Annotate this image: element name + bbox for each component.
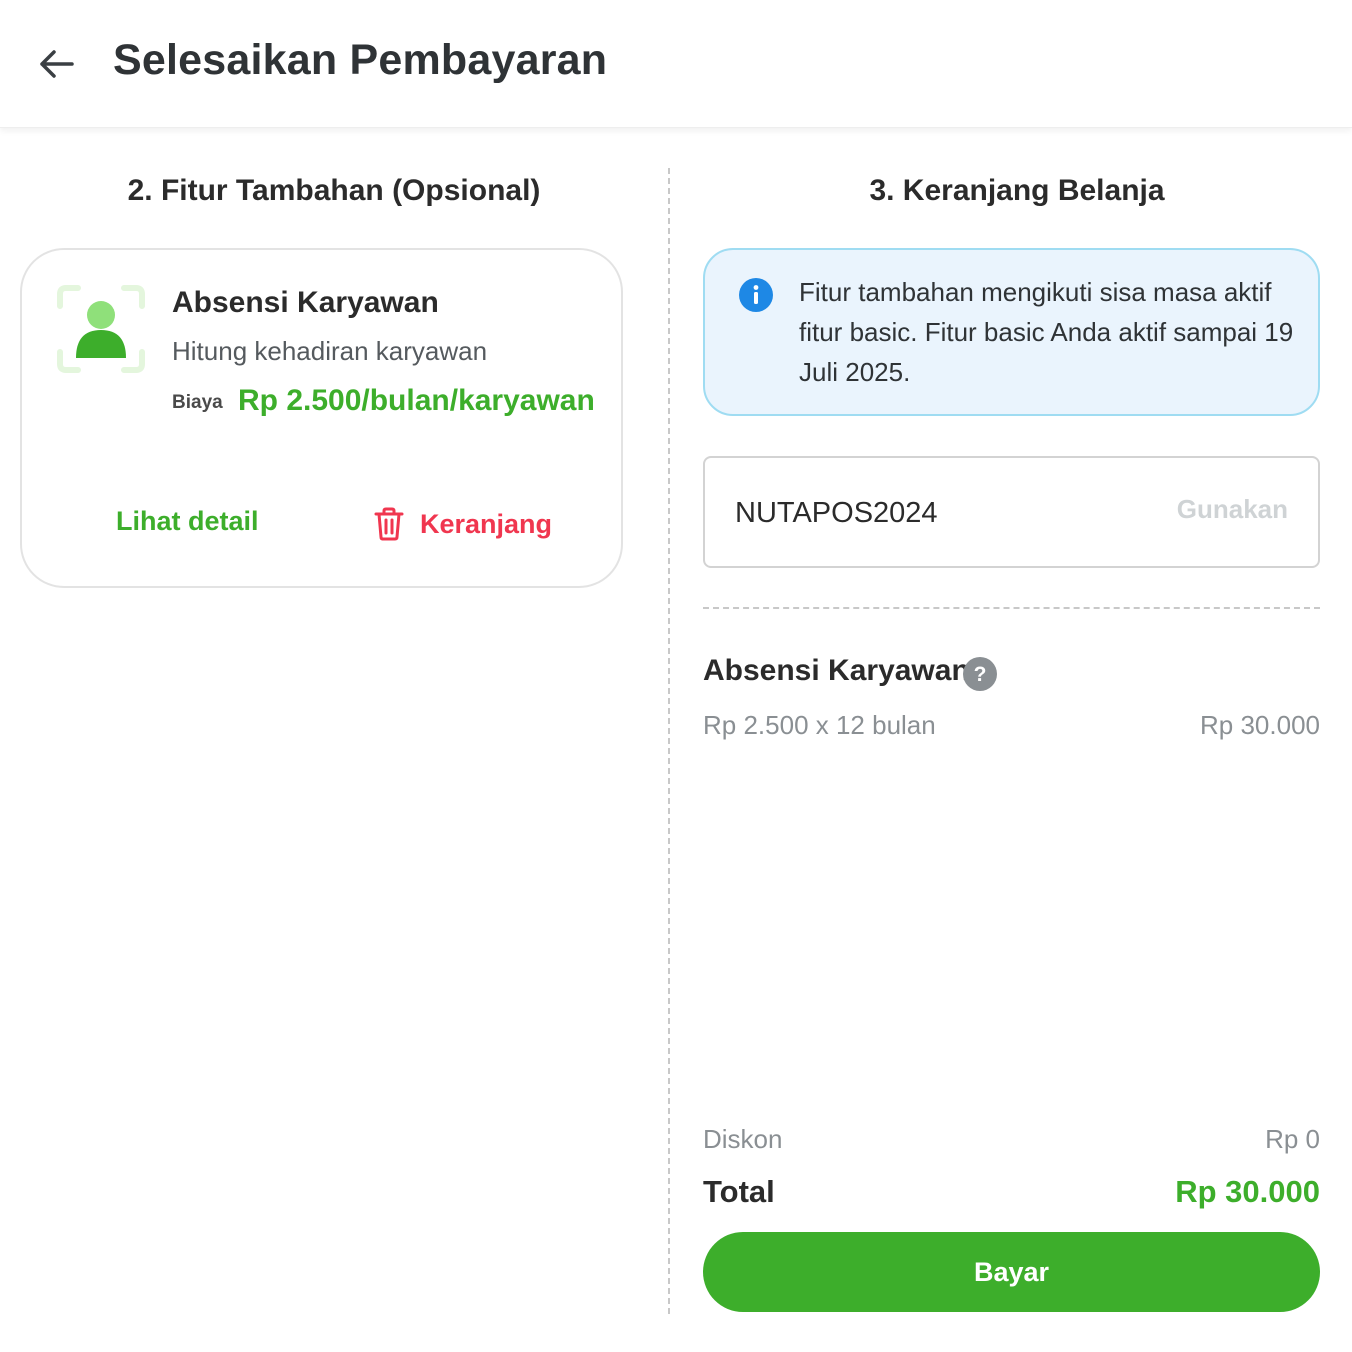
- arrow-left-icon: [40, 50, 74, 78]
- promo-code-input[interactable]: [735, 488, 1155, 538]
- total-value: Rp 30.000: [1175, 1174, 1320, 1209]
- price-label: Biaya: [172, 392, 223, 413]
- page-title: Selesaikan Pembayaran: [113, 36, 608, 84]
- price-value: Rp 2.500/bulan/karyawan: [238, 384, 595, 417]
- back-button[interactable]: [30, 38, 82, 90]
- section-title-additional-features: 2. Fitur Tambahan (Opsional): [127, 174, 541, 207]
- trash-icon: [374, 507, 404, 541]
- feature-card: Absensi Karyawan Hitung kehadiran karyaw…: [20, 248, 623, 588]
- payment-page: Selesaikan Pembayaran 2. Fitur Tambahan …: [0, 0, 1352, 1352]
- cart-item-calculation: Rp 2.500 x 12 bulan: [703, 710, 936, 740]
- column-divider: [668, 168, 670, 1314]
- question-mark-icon[interactable]: ?: [963, 657, 997, 691]
- section-title-shopping-cart: 3. Keranjang Belanja: [869, 174, 1165, 207]
- total-label: Total: [703, 1174, 775, 1209]
- employee-attendance-icon: [57, 285, 145, 373]
- discount-label: Diskon: [703, 1124, 783, 1154]
- cart-item-subtotal: Rp 30.000: [1200, 710, 1320, 740]
- pay-button[interactable]: Bayar: [703, 1232, 1320, 1312]
- apply-promo-button[interactable]: Gunakan: [1177, 494, 1288, 525]
- view-detail-link[interactable]: Lihat detail: [116, 506, 259, 537]
- discount-value: Rp 0: [1265, 1124, 1320, 1154]
- app-header: Selesaikan Pembayaran: [0, 0, 1352, 128]
- feature-name: Absensi Karyawan: [172, 286, 439, 319]
- feature-description: Hitung kehadiran karyawan: [172, 336, 488, 366]
- info-icon: [739, 278, 773, 312]
- promo-code-field: Gunakan: [703, 456, 1320, 568]
- info-banner: Fitur tambahan mengikuti sisa masa aktif…: [703, 248, 1320, 416]
- cart-divider: [703, 607, 1320, 609]
- cart-item-name: Absensi Karyawan: [703, 654, 970, 687]
- cart-button-label: Keranjang: [420, 508, 553, 539]
- svg-text:?: ?: [974, 663, 987, 686]
- remove-from-cart-button[interactable]: Keranjang: [374, 506, 552, 542]
- info-text: Fitur tambahan mengikuti sisa masa aktif…: [799, 277, 1294, 387]
